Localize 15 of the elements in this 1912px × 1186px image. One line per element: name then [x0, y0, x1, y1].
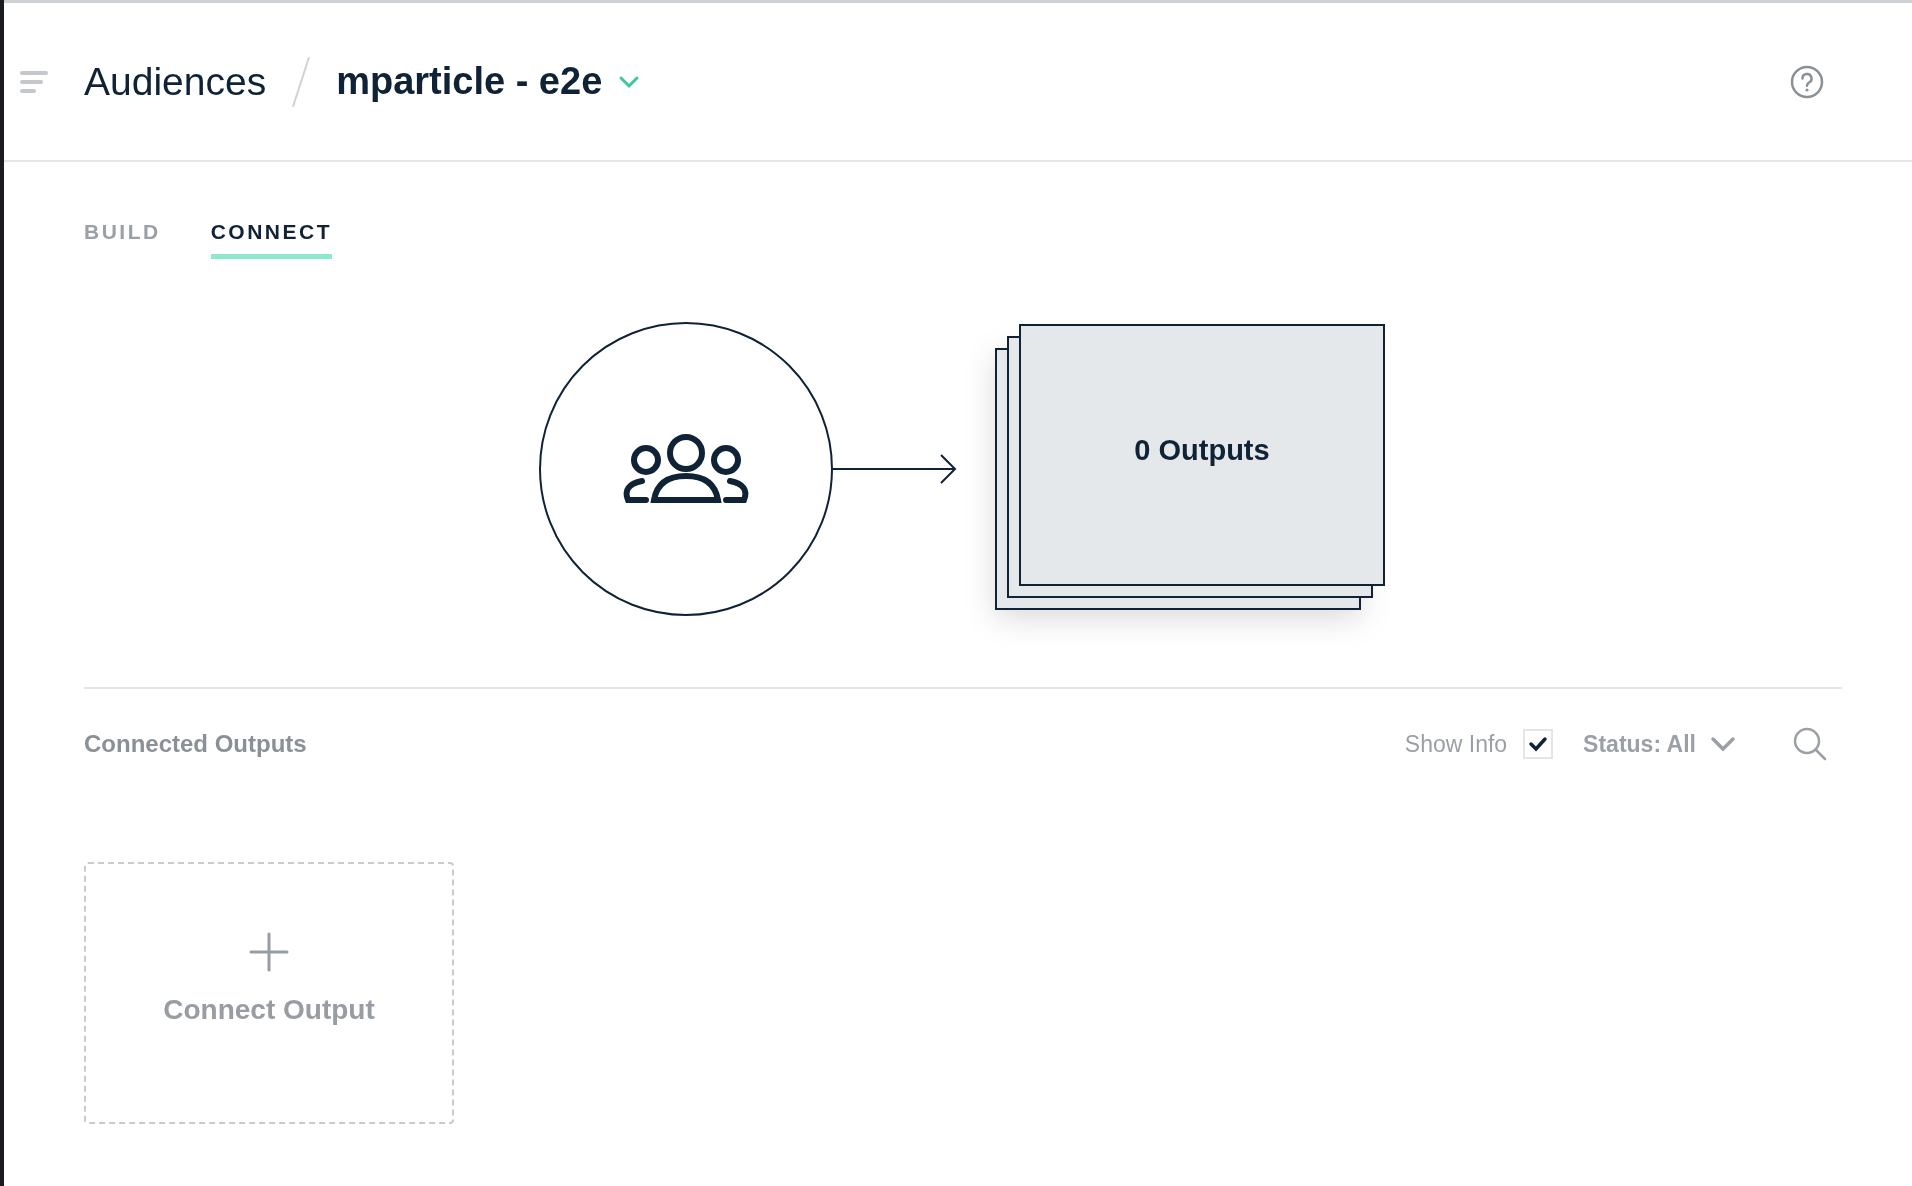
help-icon[interactable] — [1790, 64, 1824, 99]
search-icon[interactable] — [1792, 726, 1828, 762]
checkmark-icon — [1528, 736, 1549, 752]
show-info-label: Show Info — [1404, 730, 1508, 758]
chevron-down-icon — [1710, 736, 1736, 752]
menu-icon[interactable] — [20, 69, 48, 94]
audience-selector[interactable]: mparticle - e2e — [336, 60, 641, 103]
outputs-count: 0 Outputs — [1134, 433, 1270, 467]
plus-icon — [249, 931, 289, 972]
connect-output-label: Connect Output — [163, 993, 375, 1026]
show-info-checkbox[interactable] — [1523, 729, 1554, 759]
tab[interactable]: CONNECT — [210, 220, 332, 259]
chevron-down-icon — [618, 74, 641, 89]
section-title: Connected Outputs — [84, 730, 307, 758]
breadcrumb-link[interactable]: Audiences — [84, 59, 267, 104]
